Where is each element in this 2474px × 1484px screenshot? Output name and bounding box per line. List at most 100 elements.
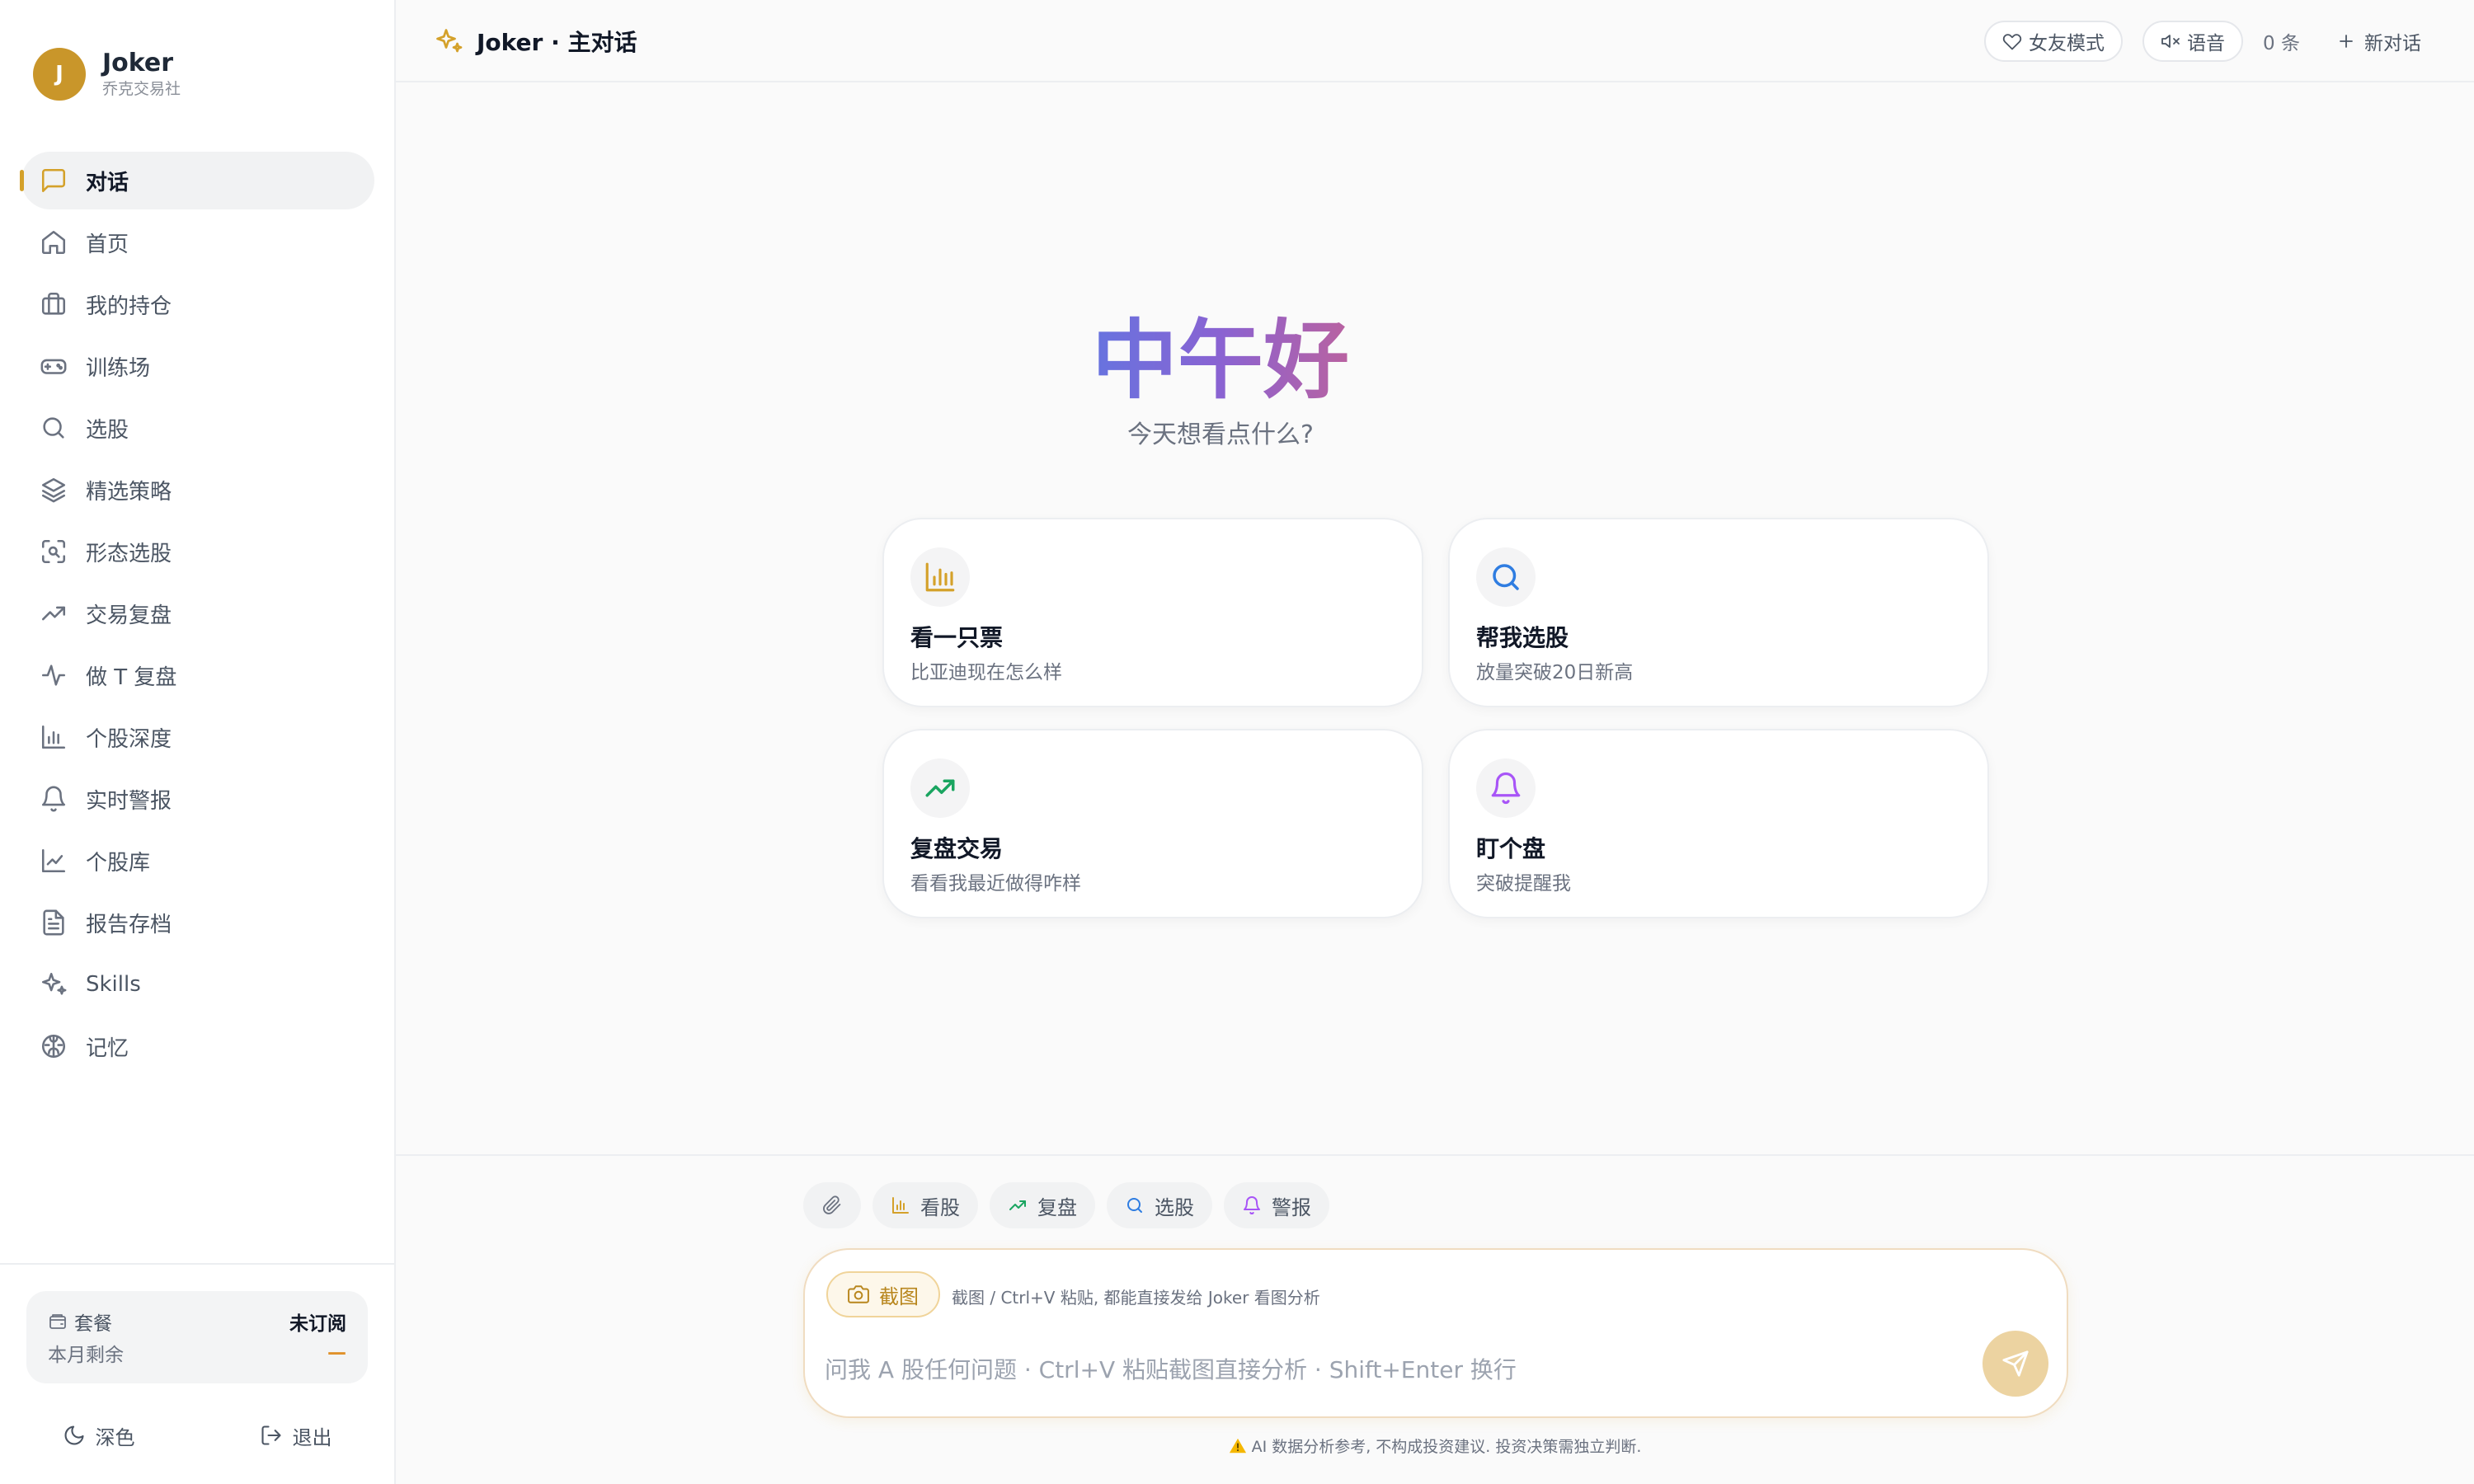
suggestion-card-pick-stock[interactable]: 帮我选股 放量突破20日新高 bbox=[1448, 518, 1989, 707]
girlfriend-mode-button[interactable]: 女友模式 bbox=[1984, 21, 2124, 62]
quick-action-alert[interactable]: 警报 bbox=[1224, 1182, 1329, 1228]
sidebar-item-chat[interactable]: 对话 bbox=[20, 152, 374, 209]
composer: 截图 截图 / Ctrl+V 粘贴, 都能直接发给 Joker 看图分析 bbox=[803, 1248, 2068, 1418]
card-icon-wrap bbox=[910, 758, 970, 818]
disclaimer-text: AI 数据分析参考, 不构成投资建议. 投资决策需独立判断. bbox=[1251, 1438, 1642, 1456]
card-title: 看一只票 bbox=[910, 624, 1004, 651]
trending-up-icon bbox=[41, 606, 66, 621]
sidebar-item-home[interactable]: 首页 bbox=[21, 214, 374, 271]
search-icon bbox=[43, 417, 64, 439]
sidebar-item-strategies[interactable]: 精选策略 bbox=[21, 461, 374, 519]
suggestion-card-watch-market[interactable]: 盯个盘 突破提醒我 bbox=[1448, 729, 1989, 918]
card-subtitle: 看看我最近做得咋样 bbox=[910, 873, 1081, 895]
sidebar-item-label: 首页 bbox=[86, 232, 129, 257]
theme-toggle-button[interactable]: 深色 bbox=[0, 1415, 197, 1456]
trending-up-icon bbox=[1009, 1200, 1026, 1210]
brand: J Joker 乔克交易社 bbox=[33, 48, 181, 101]
sidebar-item-skills[interactable]: Skills bbox=[21, 956, 374, 1013]
send-button[interactable] bbox=[1982, 1331, 2048, 1397]
paperclip-icon bbox=[823, 1195, 841, 1214]
quick-action-view-stock[interactable]: 看股 bbox=[872, 1182, 978, 1228]
card-title: 复盘交易 bbox=[910, 835, 1004, 862]
plus-icon bbox=[2340, 35, 2353, 48]
sidebar-item-label: 报告存档 bbox=[86, 912, 172, 937]
sidebar-item-trade-review[interactable]: 交易复盘 bbox=[21, 585, 374, 642]
wallet-icon bbox=[49, 1314, 66, 1329]
plan-remaining-value: — bbox=[327, 1342, 346, 1364]
screenshot-hint: 截图 / Ctrl+V 粘贴, 都能直接发给 Joker 看图分析 bbox=[952, 1288, 1320, 1308]
app-subtitle: 乔克交易社 bbox=[102, 80, 181, 98]
girlfriend-mode-label: 女友模式 bbox=[2029, 33, 2105, 54]
gamepad-icon bbox=[40, 359, 67, 374]
brand-text: Joker 乔克交易社 bbox=[102, 49, 181, 100]
sidebar-item-reports[interactable]: 报告存档 bbox=[21, 894, 374, 951]
chat-input[interactable] bbox=[825, 1349, 1930, 1390]
voice-label: 语音 bbox=[2187, 33, 2226, 54]
sidebar-item-stock-depth[interactable]: 个股深度 bbox=[21, 708, 374, 766]
logout-button[interactable]: 退出 bbox=[197, 1415, 394, 1456]
sidebar-item-holdings[interactable]: 我的持仓 bbox=[21, 275, 374, 333]
sidebar-item-training[interactable]: 训练场 bbox=[21, 337, 374, 395]
plan-card[interactable]: 套餐 未订阅 本月剩余 — bbox=[26, 1291, 368, 1383]
sidebar-item-alerts[interactable]: 实时警报 bbox=[21, 770, 374, 828]
screenshot-label: 截图 bbox=[879, 1284, 919, 1308]
sidebar-item-t-review[interactable]: 做 T 复盘 bbox=[21, 646, 374, 704]
sidebar-item-stock-library[interactable]: 个股库 bbox=[21, 832, 374, 890]
sidebar-item-label: 形态选股 bbox=[86, 541, 172, 566]
plan-label: 套餐 bbox=[48, 1308, 112, 1336]
quick-action-review[interactable]: 复盘 bbox=[990, 1182, 1095, 1228]
sidebar-footer-buttons: 深色 退出 bbox=[0, 1415, 394, 1456]
sidebar-item-memory[interactable]: 记忆 bbox=[21, 1017, 374, 1075]
logout-icon bbox=[261, 1425, 281, 1445]
card-icon-wrap bbox=[1476, 547, 1536, 607]
camera-icon bbox=[848, 1285, 869, 1303]
file-text-icon bbox=[43, 909, 64, 936]
sidebar-item-pattern[interactable]: 形态选股 bbox=[21, 523, 374, 580]
suggestion-card-review-trades[interactable]: 复盘交易 看看我最近做得咋样 bbox=[882, 729, 1423, 918]
quick-actions: 看股 复盘 选股 警报 bbox=[803, 1182, 1341, 1228]
avatar[interactable]: J bbox=[33, 48, 86, 101]
bell-icon bbox=[1244, 1196, 1260, 1215]
screenshot-button[interactable]: 截图 bbox=[826, 1271, 940, 1317]
voice-toggle-button[interactable]: 语音 bbox=[2142, 21, 2244, 62]
plan-remaining-label: 本月剩余 bbox=[48, 1345, 124, 1366]
card-title: 帮我选股 bbox=[1476, 624, 1569, 651]
disclaimer: AI 数据分析参考, 不构成投资建议. 投资决策需独立判断. bbox=[1023, 1435, 1847, 1457]
sidebar-item-label: 实时警报 bbox=[86, 788, 172, 814]
moon-icon bbox=[64, 1425, 84, 1445]
topbar: Joker · 主对话 女友模式 语音 0 条 新对话 bbox=[396, 0, 2474, 82]
new-chat-button[interactable]: 新对话 bbox=[2336, 27, 2421, 55]
activity-icon bbox=[41, 665, 66, 686]
sidebar-item-label: Skills bbox=[86, 972, 141, 997]
new-chat-label: 新对话 bbox=[2364, 33, 2421, 54]
greeting-subtitle: 今天想看点什么? bbox=[1127, 420, 1314, 449]
plan-remaining-row: 本月剩余 — bbox=[48, 1337, 346, 1369]
plan-status: 未订阅 bbox=[289, 1313, 346, 1335]
sidebar-nav: 对话 首页 我的持仓 训练场 选股 精选策略 形态选股 交易复盘 做 T 复盘 … bbox=[20, 152, 374, 1079]
bar-chart-icon bbox=[892, 1197, 909, 1214]
brain-icon bbox=[41, 1034, 66, 1059]
sidebar-item-label: 选股 bbox=[86, 417, 129, 443]
suggestion-card-view-stock[interactable]: 看一只票 比亚迪现在怎么样 bbox=[882, 518, 1423, 707]
theme-toggle-label: 深色 bbox=[95, 1425, 135, 1449]
search-icon bbox=[1493, 564, 1519, 590]
sidebar-item-stock-picker[interactable]: 选股 bbox=[21, 399, 374, 457]
quick-action-pick[interactable]: 选股 bbox=[1107, 1182, 1212, 1228]
card-subtitle: 突破提醒我 bbox=[1476, 873, 1571, 895]
card-subtitle: 比亚迪现在怎么样 bbox=[910, 662, 1062, 683]
home-icon bbox=[41, 230, 66, 255]
topbar-actions: 女友模式 语音 0 条 新对话 bbox=[1964, 21, 2421, 62]
send-icon bbox=[2002, 1350, 2029, 1377]
quick-action-label: 警报 bbox=[1272, 1195, 1311, 1219]
quick-action-label: 复盘 bbox=[1037, 1195, 1077, 1219]
sidebar-footer: 套餐 未订阅 本月剩余 — 深色 退出 bbox=[0, 1263, 394, 1484]
attach-button[interactable] bbox=[803, 1182, 861, 1228]
sidebar-item-label: 训练场 bbox=[86, 355, 151, 381]
sidebar-item-label: 个股库 bbox=[86, 850, 151, 876]
quick-action-label: 看股 bbox=[920, 1195, 960, 1219]
search-icon bbox=[1127, 1198, 1142, 1213]
bell-icon bbox=[41, 786, 66, 812]
conversation-title: Joker · 主对话 bbox=[434, 25, 637, 58]
card-subtitle: 放量突破20日新高 bbox=[1476, 662, 1634, 683]
bell-icon bbox=[1491, 773, 1521, 805]
